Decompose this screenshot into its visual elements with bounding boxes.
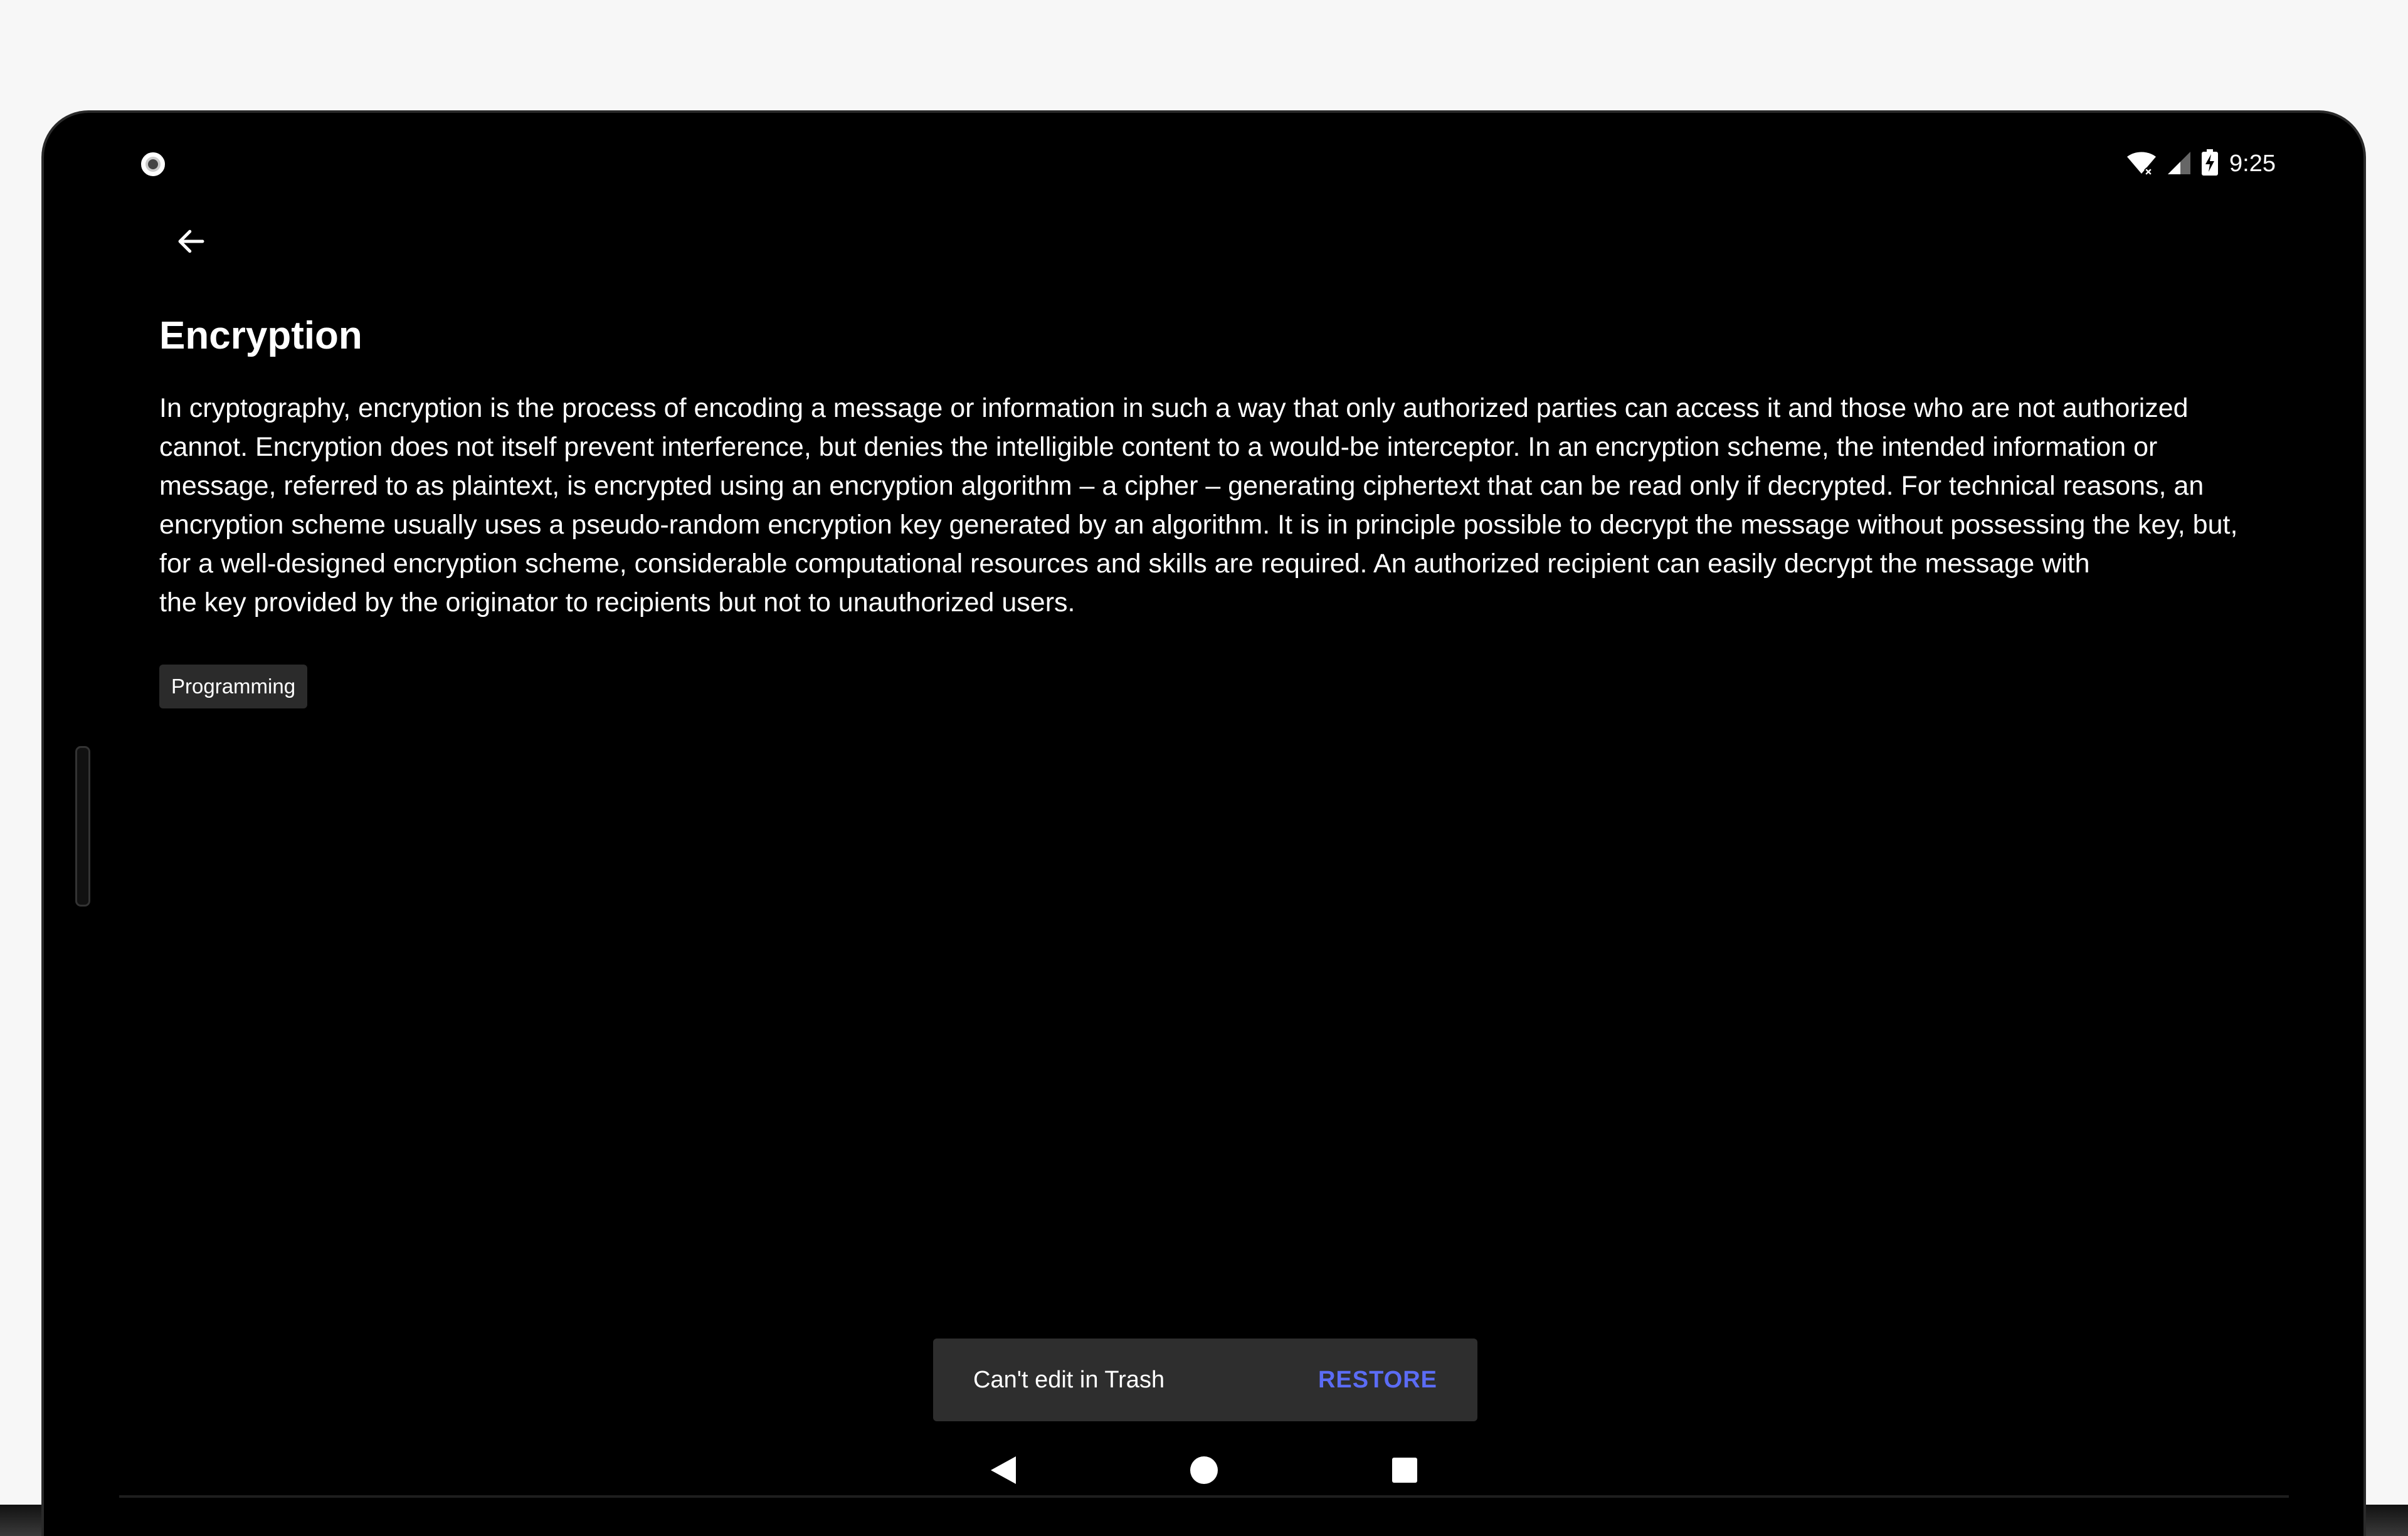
cell-signal-icon <box>2168 150 2191 177</box>
snackbar-message: Can't edit in Trash <box>973 1366 1165 1393</box>
recents-square-icon <box>1391 1458 1417 1483</box>
restore-button[interactable]: RESTORE <box>1318 1367 1437 1394</box>
home-circle-icon <box>1190 1456 1218 1484</box>
nav-back-button[interactable] <box>985 1451 1022 1489</box>
status-time: 9:25 <box>2229 150 2276 177</box>
note-body: In cryptography, encryption is the proce… <box>159 393 2238 618</box>
tag-chip-programming[interactable]: Programming <box>159 665 308 708</box>
bottom-divider <box>119 1495 2289 1498</box>
camera-icon <box>141 152 165 176</box>
wifi-icon <box>2126 150 2157 177</box>
nav-home-button[interactable] <box>1185 1451 1223 1489</box>
tablet-screen: 9:25 Encryption In cryptography, encrypt… <box>41 110 2366 1536</box>
arrow-left-icon <box>178 229 204 253</box>
status-bar: 9:25 <box>2126 148 2276 179</box>
back-button[interactable] <box>157 207 226 276</box>
nav-recents-button[interactable] <box>1386 1451 1423 1489</box>
navigation-bar <box>44 1436 2363 1505</box>
side-handle <box>75 746 90 907</box>
snackbar: Can't edit in Trash RESTORE <box>933 1339 1477 1421</box>
battery-charging-icon <box>2202 149 2219 178</box>
back-triangle-icon <box>990 1456 1016 1484</box>
note-title: Encryption <box>159 314 362 357</box>
